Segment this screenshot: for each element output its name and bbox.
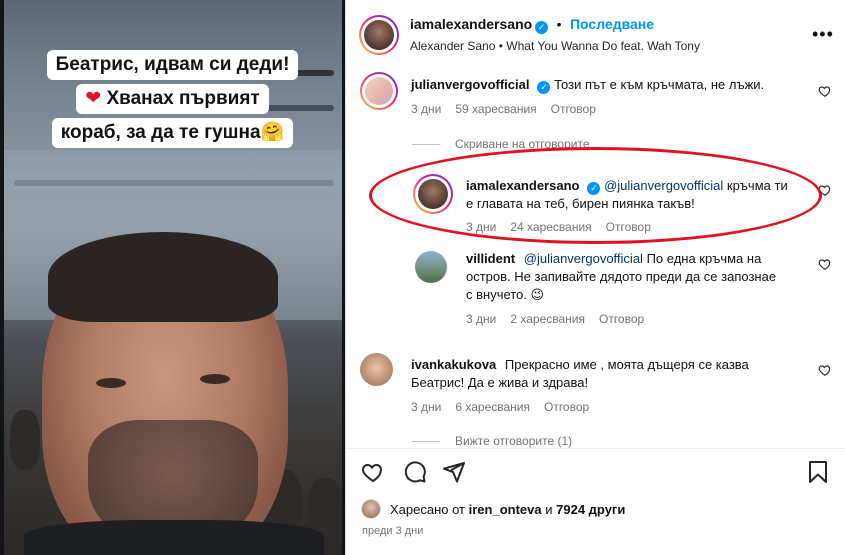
post-subline: Alexander Sano • What You Wanna Do feat.… [410,39,700,53]
post-media[interactable]: Беатрис, идвам си деди! ❤ Хванах първият… [0,0,345,555]
comment-likes[interactable]: 59 харесвания [455,102,536,116]
reply-button[interactable]: Отговор [599,312,644,326]
sub-separator: • [498,39,503,53]
liked-by-and: и [545,502,553,517]
comment-username[interactable]: ivankakukova [411,357,496,372]
commenter-avatar[interactable] [360,353,393,386]
liker-avatar[interactable] [361,499,381,519]
caption-line-2-text: Хванах първият [106,88,260,109]
comment-age[interactable]: 3 дни [411,400,441,414]
reply-body: По една кръчма на [646,251,762,266]
caption-line-1: Беатрис, идвам си деди! [46,50,299,80]
caption-row: ❤ Хванах първият [0,84,345,114]
reply-age[interactable]: 3 дни [466,312,496,326]
follow-button[interactable]: Последване [570,16,654,32]
sub-author[interactable]: Alexander Sano [410,39,495,53]
reply-username[interactable]: villident [466,251,515,266]
bookmark-icon[interactable] [807,460,829,484]
caption-row: Беатрис, идвам си деди! [0,50,345,80]
reply-avatar[interactable] [415,251,447,283]
comment-text-line: ivankakukova Прекрасно име , моята дъщер… [411,356,806,374]
comment-body-2: Беатрис! Да е жива и здрава! [411,375,589,390]
thread-line [412,144,440,145]
post-header: iamalexandersano ✓ • Последване [410,16,654,34]
separator-dot: • [556,16,562,32]
reply-body-3: с внучето. 😉 [466,287,545,302]
liked-by-user[interactable]: iren_onteva [469,502,542,517]
comment-age[interactable]: 3 дни [411,102,441,116]
author-username[interactable]: iamalexandersano [410,16,532,32]
view-replies-button[interactable]: Вижте отговорите (1) [455,434,572,448]
commenter-avatar-image [365,77,393,105]
liked-by-prefix: Харесано от [390,502,466,517]
action-bar-divider [346,448,845,449]
reply-text-line: villident @julianvergovofficial По една … [466,250,811,268]
verified-badge-icon: ✓ [537,81,551,94]
comment-icon[interactable] [403,460,427,484]
heart-icon[interactable] [818,363,832,377]
comment-text: ivankakukova Прекрасно име , моята дъщер… [411,356,806,392]
caption-line-2: ❤ Хванах първият [76,84,269,114]
comment-body: Прекрасно име , моята дъщеря се казва [504,357,749,372]
comment-meta: 3 дни 59 харесвания Отговор [411,102,610,116]
thread-line [412,441,440,442]
highlight-annotation [369,147,822,244]
caption-line-3: кораб, за да те гушна🤗 [51,118,294,148]
comment-username[interactable]: julianvergovofficial [411,77,529,92]
verified-badge-icon: ✓ [535,21,549,34]
reply-likes[interactable]: 2 харесвания [510,312,585,326]
panel-divider [345,0,346,555]
reply-button[interactable]: Отговор [551,102,596,116]
post-date[interactable]: преди 3 дни [362,525,423,537]
author-avatar[interactable] [359,15,399,55]
reply-body-2: остров. Не запивайте дядото преди да се … [466,269,777,284]
liked-by-count[interactable]: 7924 други [556,502,625,517]
reply-meta: 3 дни 2 харесвания Отговор [466,312,658,326]
author-avatar-image [364,20,394,50]
reply-text: villident @julianvergovofficial По една … [466,250,811,304]
like-heart-icon[interactable] [361,460,385,484]
hair [48,232,278,322]
commenter-avatar[interactable] [360,72,398,110]
comment-text: julianvergovofficial ✓ Този път е към кръ… [411,76,801,94]
background-person [10,410,40,470]
audio-track[interactable]: What You Wanna Do feat. Wah Tony [506,39,700,53]
eye [96,378,126,388]
comment-meta: 3 дни 6 харесвания Отговор [411,400,603,414]
caption-row: кораб, за да те гушна🤗 [0,118,345,148]
reply-button[interactable]: Отговор [544,400,589,414]
heart-emoji-icon: ❤ [85,88,102,109]
share-icon[interactable] [442,460,466,484]
comment-body: Този път е към кръчмата, не лъжи. [554,77,765,92]
eye [200,374,230,384]
heart-icon[interactable] [818,84,832,98]
reply-mention[interactable]: @julianvergovofficial [524,251,643,266]
heart-icon[interactable] [818,257,832,271]
liked-by: Харесано от iren_onteva и 7924 други [390,502,625,517]
more-options-icon[interactable]: ••• [812,24,834,45]
comment-likes[interactable]: 6 харесвания [455,400,530,414]
shirt [24,520,324,555]
